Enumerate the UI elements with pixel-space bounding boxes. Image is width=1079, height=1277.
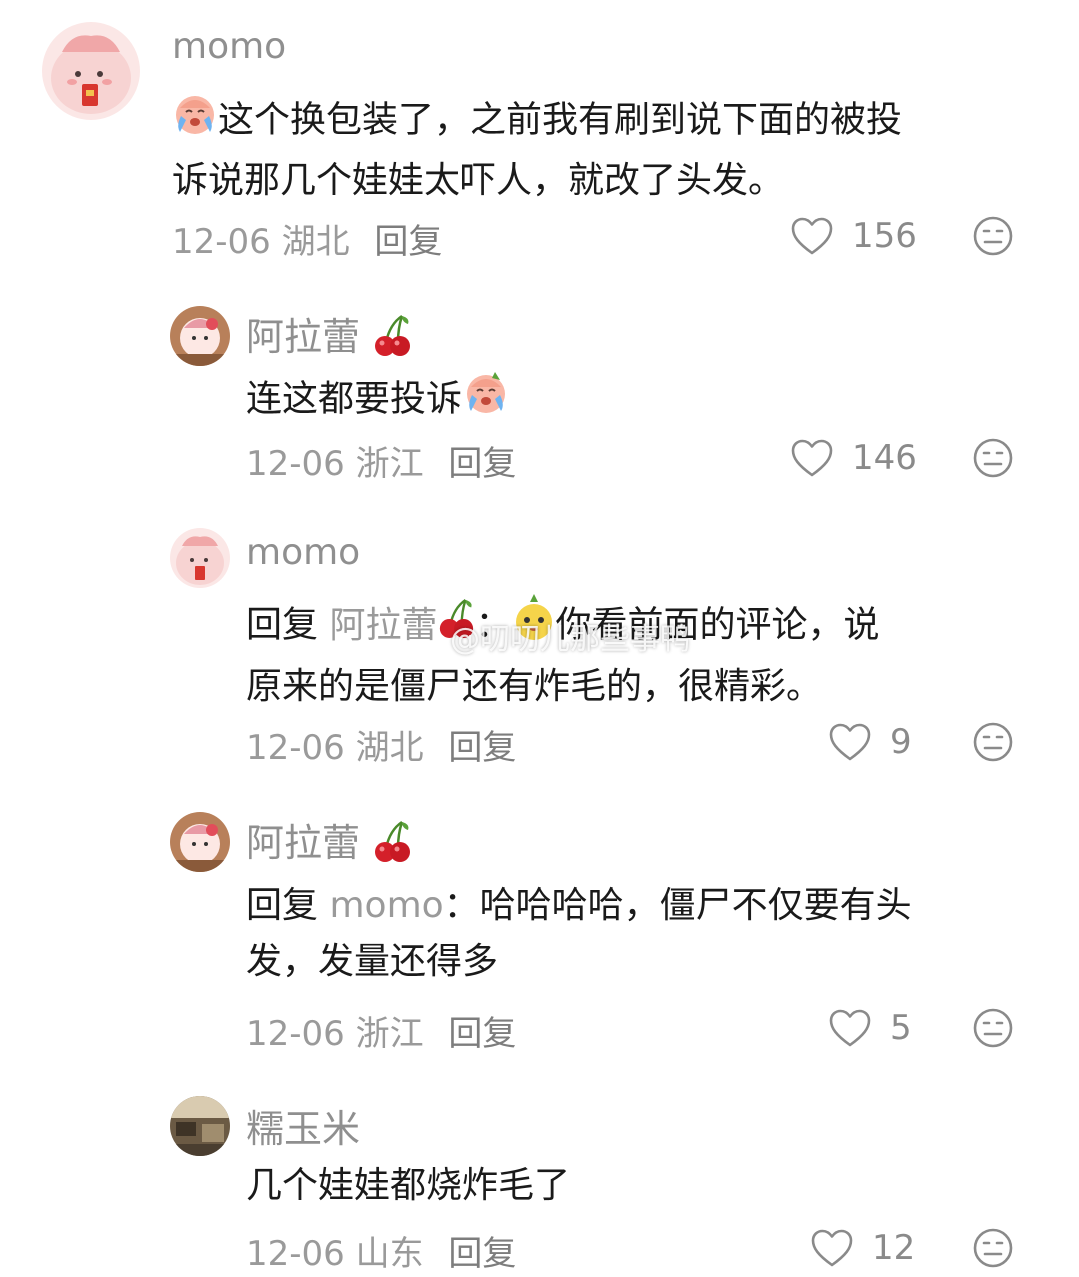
avatar-image — [42, 22, 140, 120]
reply-button[interactable]: 回复 — [374, 222, 442, 262]
reply-button[interactable]: 回复 — [448, 1234, 516, 1274]
comment-text: 这个换包装了，之前我有刷到说下面的被投 诉说那几个娃娃太吓人，就改了头发。 — [172, 90, 1042, 209]
avatar-image — [170, 306, 230, 366]
username-text: 阿拉蕾 — [246, 821, 361, 865]
heart-outline-icon — [791, 217, 833, 255]
avatar-image — [170, 528, 230, 588]
comment-item: 阿拉蕾 连这都要投诉 12-06 浙江 回复 146 — [0, 290, 1079, 500]
comment-text: 回复 momo：哈哈哈哈，僵尸不仅要有头 发，发量还得多 — [246, 878, 1046, 990]
like-count: 156 — [852, 216, 917, 256]
comment-item: 糯玉米 几个娃娃都烧炸毛了 12-06 山东 回复 12 — [0, 1086, 1079, 1277]
comment-date: 12-06 — [246, 728, 345, 768]
meh-face-icon — [973, 216, 1013, 256]
dislike-button[interactable] — [972, 1007, 1014, 1053]
like-button[interactable]: 156 — [790, 214, 917, 258]
comment-text: 几个娃娃都烧炸毛了 — [246, 1158, 1026, 1214]
dislike-button[interactable] — [972, 1227, 1014, 1273]
comment-text-line: 几个娃娃都烧炸毛了 — [246, 1165, 571, 1206]
avatar[interactable] — [170, 528, 230, 588]
comment-meta: 12-06 湖北 回复 — [246, 720, 516, 769]
avatar-image — [170, 812, 230, 872]
comment-text-line: 哈哈哈哈，僵尸不仅要有头 — [479, 885, 912, 926]
avatar[interactable] — [170, 1096, 230, 1156]
comment-text: 连这都要投诉 — [246, 368, 1026, 433]
meh-face-icon — [973, 438, 1013, 478]
comment-location: 湖北 — [355, 728, 424, 768]
meh-face-icon — [973, 1008, 1013, 1048]
avatar-image — [170, 1096, 230, 1156]
avatar[interactable] — [42, 22, 140, 120]
cherry-icon — [372, 818, 412, 873]
meh-face-icon — [973, 722, 1013, 762]
dislike-button[interactable] — [972, 721, 1014, 767]
like-button[interactable]: 146 — [790, 436, 917, 480]
comment-text-line: 这个换包装了，之前我有刷到说下面的被投 — [218, 99, 903, 141]
like-button[interactable]: 9 — [828, 720, 912, 764]
comment-date: 12-06 — [246, 1234, 345, 1274]
comment-text-line: 发，发量还得多 — [246, 941, 499, 982]
comment-text-line: 原来的是僵尸还有炸毛的，很精彩。 — [246, 666, 823, 707]
comment-meta: 12-06 山东 回复 — [246, 1226, 516, 1275]
heart-outline-icon — [791, 439, 833, 477]
comment-meta: 12-06 湖北 回复 — [172, 214, 442, 263]
crying-face-icon — [172, 90, 218, 153]
comment-item: 阿拉蕾 回复 momo：哈哈哈哈，僵尸不仅要有头 发，发量还得多 12-06 浙… — [0, 800, 1079, 1060]
mention-username: 阿拉蕾 — [329, 604, 438, 646]
dislike-button[interactable] — [972, 437, 1014, 483]
heart-outline-icon — [811, 1229, 853, 1267]
username[interactable]: 糯玉米 — [246, 1098, 360, 1153]
like-count: 5 — [890, 1008, 912, 1048]
like-button[interactable]: 5 — [828, 1006, 912, 1050]
comment-location: 浙江 — [355, 444, 424, 484]
mention-link[interactable]: momo — [329, 885, 443, 926]
reply-button[interactable]: 回复 — [448, 1014, 516, 1054]
username[interactable]: momo — [246, 532, 360, 573]
meh-face-icon — [973, 1228, 1013, 1268]
heart-outline-icon — [829, 723, 871, 761]
like-count: 12 — [872, 1228, 916, 1268]
watermark: @叨叨儿那些事鸭 — [450, 622, 690, 657]
dislike-button[interactable] — [972, 215, 1014, 261]
comment-meta: 12-06 浙江 回复 — [246, 1006, 516, 1055]
comment-location: 浙江 — [355, 1014, 424, 1054]
like-count: 146 — [852, 438, 917, 478]
comment-item: momo 这个换包装了，之前我有刷到说下面的被投 诉说那几个娃娃太吓人，就改了头… — [0, 0, 1079, 270]
crying-face-icon — [462, 368, 510, 433]
username[interactable]: momo — [172, 26, 286, 67]
comment-location: 山东 — [355, 1234, 424, 1274]
comment-date: 12-06 — [246, 1014, 345, 1054]
comment-date: 12-06 — [172, 222, 271, 262]
username-text: 阿拉蕾 — [246, 315, 361, 359]
avatar[interactable] — [170, 306, 230, 366]
reply-prefix: 回复 — [246, 885, 319, 926]
like-count: 9 — [890, 722, 912, 762]
comment-meta: 12-06 浙江 回复 — [246, 436, 516, 485]
heart-outline-icon — [829, 1009, 871, 1047]
colon: ： — [443, 885, 480, 926]
comment-text-line: 诉说那几个娃娃太吓人，就改了头发。 — [172, 160, 785, 201]
reply-button[interactable]: 回复 — [448, 728, 516, 768]
cherry-icon — [372, 312, 412, 367]
reply-prefix: 回复 — [246, 604, 319, 646]
username[interactable]: 阿拉蕾 — [246, 812, 412, 873]
comment-date: 12-06 — [246, 444, 345, 484]
comment-location: 湖北 — [281, 222, 350, 262]
like-button[interactable]: 12 — [810, 1226, 915, 1270]
comment-text-line: 连这都要投诉 — [246, 378, 463, 420]
username[interactable]: 阿拉蕾 — [246, 306, 412, 367]
reply-button[interactable]: 回复 — [448, 444, 516, 484]
avatar[interactable] — [170, 812, 230, 872]
